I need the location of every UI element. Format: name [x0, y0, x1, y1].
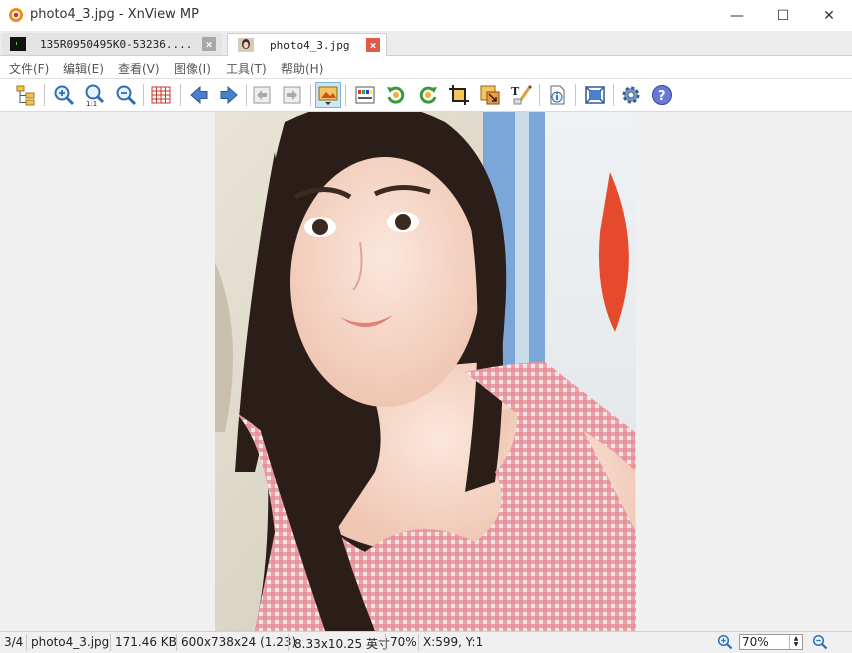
info-button[interactable] [544, 82, 570, 108]
zoom-spinner[interactable]: ▲ ▼ [789, 635, 802, 649]
browser-icon [16, 85, 35, 106]
previous-button[interactable] [186, 82, 212, 108]
fullscreen-filmstrip-icon [318, 86, 338, 105]
grid-icon [151, 86, 171, 104]
menu-edit[interactable]: 编辑(E) [63, 60, 104, 77]
last-page-button[interactable] [279, 82, 305, 108]
image-viewer[interactable] [0, 112, 852, 631]
photo-image[interactable] [215, 112, 636, 631]
adjust-button[interactable] [352, 82, 378, 108]
info-icon [550, 85, 565, 105]
status-index: 3/4 [4, 635, 24, 649]
grid-button[interactable] [148, 82, 174, 108]
zoom-input[interactable]: 70% ▲ ▼ [739, 634, 803, 650]
toolbar: 1:1 T ? [0, 79, 852, 112]
maximize-button[interactable]: ☐ [760, 0, 806, 31]
svg-text:T: T [511, 85, 520, 98]
svg-text:?: ? [658, 89, 666, 104]
fit-window-button[interactable] [582, 82, 608, 108]
fit-window-icon [585, 86, 605, 104]
status-cursor: X:599, Y:1 [423, 635, 484, 649]
zoom-value: 70% [742, 635, 769, 649]
rotate-left-icon [387, 86, 405, 104]
status-print-size: 8.33x10.25 英寸 [294, 637, 390, 651]
rotate-left-button[interactable] [383, 82, 409, 108]
resize-icon [480, 85, 500, 105]
tab-label: photo4_3.jpg [270, 38, 350, 52]
zoom-in-button[interactable] [51, 82, 77, 108]
browser-button[interactable] [13, 82, 39, 108]
next-icon [220, 85, 238, 105]
menu-image[interactable]: 图像(I) [174, 60, 211, 77]
status-zoom: 70% [390, 635, 417, 649]
next-button[interactable] [216, 82, 242, 108]
adjust-icon [355, 86, 375, 104]
last-page-icon [283, 86, 301, 104]
resize-button[interactable] [477, 82, 503, 108]
svg-text:1:1: 1:1 [86, 100, 97, 106]
tab-close-icon[interactable]: × [202, 37, 216, 51]
zoom-out-icon [116, 85, 137, 106]
menu-bar: 文件(F) 编辑(E) 查看(V) 图像(I) 工具(T) 帮助(H) [0, 56, 852, 79]
menu-view[interactable]: 查看(V) [118, 60, 160, 77]
close-button[interactable]: ✕ [806, 0, 852, 31]
zoom-actual-icon: 1:1 [85, 84, 105, 106]
settings-icon [622, 86, 640, 104]
zoom-in-icon[interactable] [717, 634, 733, 650]
zoom-out-button[interactable] [113, 82, 139, 108]
thumbnail-icon [238, 38, 254, 52]
tab-bar: 135R0950495K0-53236.... × photo4_3.jpg × [0, 31, 852, 56]
rotate-right-icon [419, 86, 437, 104]
status-bar: 3/4 photo4_3.jpg 171.46 KB 600x738x24 (1… [0, 631, 852, 653]
filmstrip-button[interactable] [315, 82, 341, 108]
crop-icon [449, 85, 469, 105]
menu-help[interactable]: 帮助(H) [281, 60, 323, 77]
title-bar: photo4_3.jpg - XnView MP — ☐ ✕ [0, 0, 852, 31]
rotate-right-button[interactable] [415, 82, 441, 108]
settings-button[interactable] [618, 82, 644, 108]
status-filename: photo4_3.jpg [31, 635, 110, 649]
zoom-out-icon[interactable] [812, 634, 828, 650]
tab-photo4-3[interactable]: photo4_3.jpg × [227, 33, 387, 56]
text-annotate-button[interactable]: T [508, 82, 534, 108]
tab-135R0950495K0[interactable]: 135R0950495K0-53236.... × [2, 33, 222, 55]
thumbnail-icon [10, 37, 26, 51]
help-button[interactable]: ? [649, 82, 675, 108]
menu-file[interactable]: 文件(F) [9, 60, 49, 77]
crop-button[interactable] [446, 82, 472, 108]
zoom-actual-button[interactable]: 1:1 [82, 82, 108, 108]
minimize-button[interactable]: — [714, 0, 760, 31]
first-page-icon [253, 86, 271, 104]
window-title: photo4_3.jpg - XnView MP [30, 7, 199, 22]
tab-label: 135R0950495K0-53236.... [40, 37, 193, 51]
menu-tools[interactable]: 工具(T) [226, 60, 267, 77]
previous-icon [190, 85, 208, 105]
text-annotate-icon: T [511, 84, 532, 105]
first-page-button[interactable] [249, 82, 275, 108]
zoom-in-icon [54, 85, 75, 106]
status-filesize: 171.46 KB [115, 635, 177, 649]
status-dimensions: 600x738x24 (1.23) [181, 635, 297, 649]
spin-down-icon[interactable]: ▼ [794, 642, 799, 648]
tab-close-icon[interactable]: × [366, 38, 380, 52]
help-icon: ? [652, 85, 672, 105]
xnview-logo-icon [9, 8, 23, 22]
